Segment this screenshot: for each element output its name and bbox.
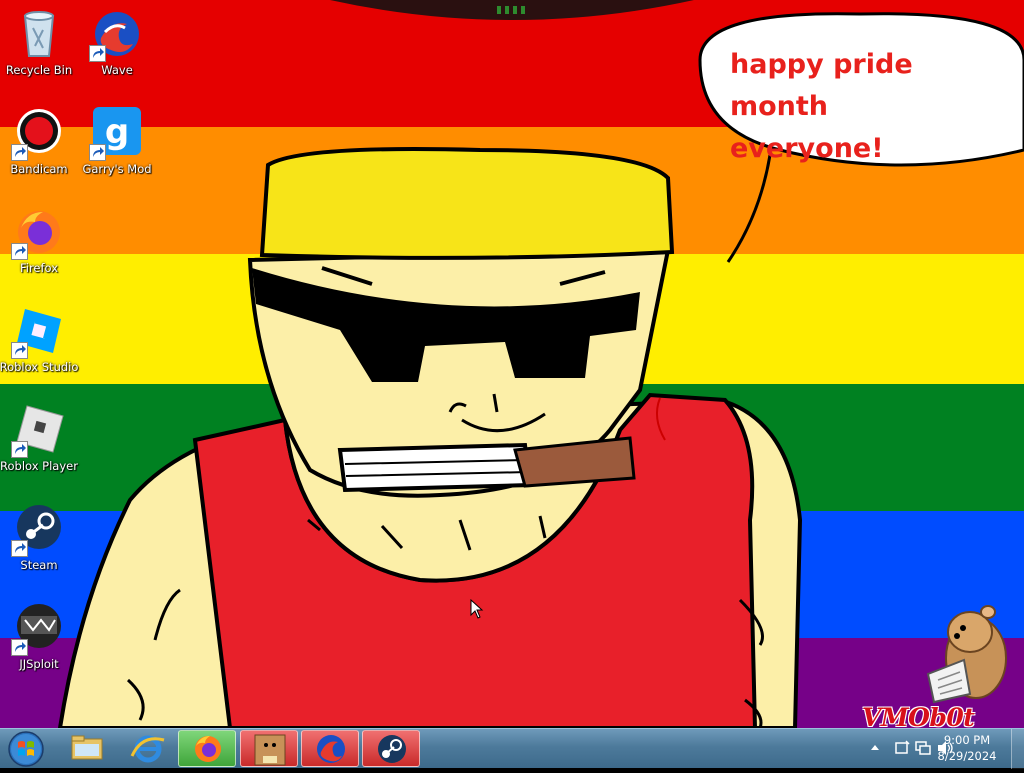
internet-explorer-icon bbox=[130, 735, 165, 763]
desktop-icon-roblox-studio[interactable]: Roblox Studio bbox=[0, 301, 80, 393]
wave-icon bbox=[89, 8, 143, 62]
desktop-icon-roblox-player[interactable]: Roblox Player bbox=[0, 400, 80, 492]
clock-date: 8/29/2024 bbox=[937, 749, 997, 763]
system-tray: 9:00 PM 8/29/2024 bbox=[844, 729, 1024, 769]
jjsploit-icon bbox=[11, 602, 65, 656]
show-desktop-button[interactable] bbox=[1011, 729, 1024, 769]
roblox-studio-icon bbox=[11, 305, 65, 359]
windows-start-orb-icon bbox=[8, 731, 44, 767]
taskbar-pinned-explorer[interactable] bbox=[58, 730, 116, 767]
desktop-icon-label: Bandicam bbox=[10, 162, 68, 176]
action-center-icon[interactable] bbox=[894, 740, 910, 756]
shortcut-arrow-icon bbox=[89, 45, 106, 62]
folder-icon bbox=[71, 735, 103, 760]
shortcut-arrow-icon bbox=[11, 243, 28, 260]
desktop-icon-recycle-bin[interactable]: Recycle Bin bbox=[0, 4, 80, 96]
firefox-icon bbox=[195, 736, 221, 762]
desktop-icon-label: Firefox bbox=[19, 261, 59, 275]
clock-time: 9:00 PM bbox=[943, 733, 991, 747]
wave-icon bbox=[317, 735, 345, 763]
shortcut-arrow-icon bbox=[11, 144, 28, 161]
show-hidden-icon[interactable] bbox=[870, 743, 880, 753]
box-icon bbox=[254, 734, 286, 766]
desktop-icon-label: JJSploit bbox=[19, 657, 59, 671]
desktop-icon-label: Roblox Player bbox=[0, 459, 78, 473]
garrys-mod-icon: g bbox=[89, 107, 143, 161]
shortcut-arrow-icon bbox=[11, 639, 28, 656]
desktop-icon-garrys-mod[interactable]: g Garry's Mod bbox=[76, 103, 158, 195]
firefox-icon bbox=[11, 206, 65, 260]
desktop-icon-label: Recycle Bin bbox=[5, 63, 73, 77]
desktop-icon-label: Roblox Studio bbox=[0, 360, 79, 374]
desktop: happy pride month everyone! Recycle Bin … bbox=[0, 0, 1024, 728]
shortcut-arrow-icon bbox=[89, 144, 106, 161]
speech-bubble-line-1: happy pride month bbox=[730, 49, 913, 122]
network-icon[interactable] bbox=[914, 740, 932, 756]
steam-icon bbox=[378, 735, 406, 763]
taskbar-window-wave[interactable] bbox=[301, 730, 359, 767]
desktop-icon-firefox[interactable]: Firefox bbox=[0, 202, 80, 294]
speech-bubble-text: happy pride month everyone! bbox=[730, 44, 1020, 170]
desktop-icon-jjsploit[interactable]: JJSploit bbox=[0, 598, 80, 690]
shortcut-arrow-icon bbox=[11, 342, 28, 359]
watermark-text: VMOb0t bbox=[862, 703, 975, 728]
taskbar-window-steam[interactable] bbox=[362, 730, 420, 767]
clock[interactable]: 9:00 PM 8/29/2024 bbox=[932, 732, 1002, 764]
desktop-icon-label: Steam bbox=[20, 558, 58, 572]
desktop-icon-label: Wave bbox=[101, 63, 133, 77]
mouse-cursor-icon bbox=[470, 599, 484, 619]
desktop-icon-label: Garry's Mod bbox=[82, 162, 152, 176]
roblox-player-icon bbox=[11, 404, 65, 458]
taskbar-window-box[interactable] bbox=[240, 730, 298, 767]
speech-bubble-line-2: everyone! bbox=[730, 133, 884, 164]
steam-icon bbox=[11, 503, 65, 557]
start-button[interactable] bbox=[2, 729, 48, 769]
shortcut-arrow-icon bbox=[11, 441, 28, 458]
bandicam-icon bbox=[11, 107, 65, 161]
recycle-bin-icon bbox=[13, 8, 65, 60]
svg-text:g: g bbox=[105, 112, 129, 152]
desktop-icon-wave[interactable]: Wave bbox=[76, 4, 158, 96]
taskbar: 9:00 PM 8/29/2024 bbox=[0, 728, 1024, 769]
shortcut-arrow-icon bbox=[11, 540, 28, 557]
desktop-icon-steam[interactable]: Steam bbox=[0, 499, 80, 591]
taskbar-window-firefox[interactable] bbox=[178, 730, 236, 767]
desktop-icon-bandicam[interactable]: Bandicam bbox=[0, 103, 80, 195]
taskbar-pinned-internet-explorer[interactable] bbox=[118, 730, 176, 767]
